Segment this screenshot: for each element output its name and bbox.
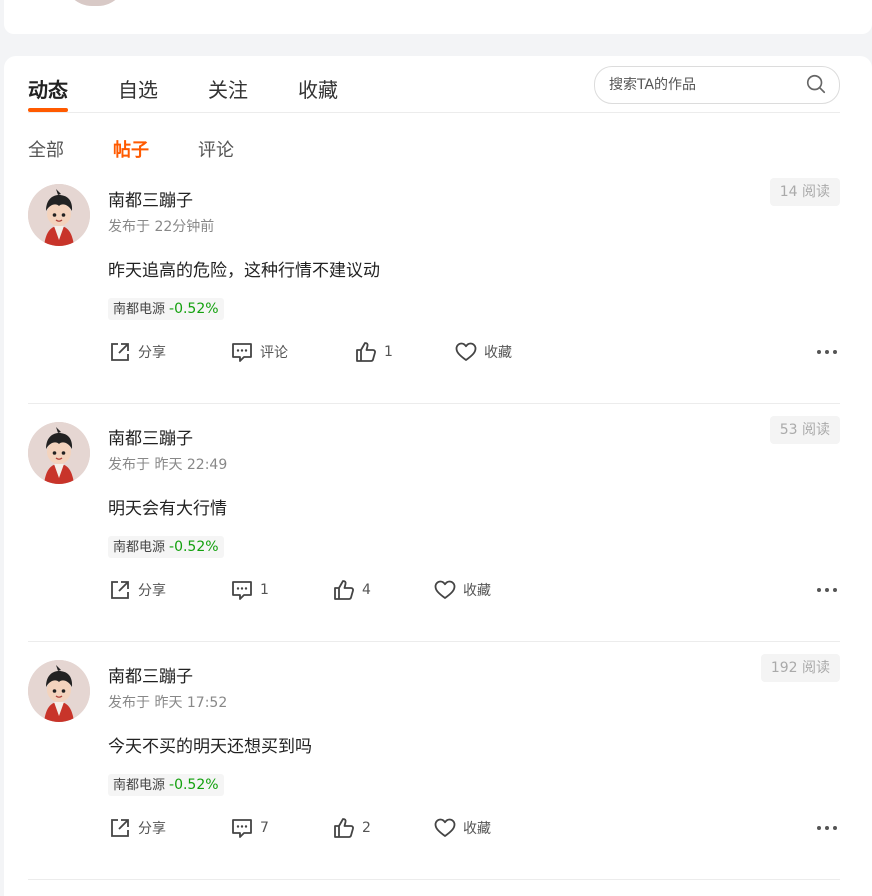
favorite-label: 收藏 [463,583,491,599]
read-count-badge: 53 阅读 [769,416,840,444]
share-icon [111,819,129,837]
share-button[interactable]: 分享 [108,338,166,366]
post-item: 南都三蹦子 发布于 昨天 17:52 192 阅读 今天不买的明天还想买到吗 南… [28,642,840,880]
like-button[interactable]: 4 [332,576,371,604]
comment-label: 1 [260,582,269,598]
share-icon [111,581,129,599]
post-content[interactable]: 今天不买的明天还想买到吗 [108,732,312,757]
search-input[interactable] [607,74,801,96]
favorite-label: 收藏 [484,345,512,361]
post-divider [28,879,840,880]
comment-icon [232,581,252,600]
profile-avatar [64,0,126,6]
author-avatar[interactable] [28,184,90,246]
share-button[interactable]: 分享 [108,576,166,604]
stock-tag[interactable]: 南都电源 -0.52% [108,536,224,558]
content-card: 动态 自选 关注 收藏 全部 帖子 评论 [4,56,872,896]
share-label: 分享 [138,821,166,837]
like-count: 2 [362,820,371,836]
favorite-button[interactable]: 收藏 [454,338,512,366]
author-name[interactable]: 南都三蹦子 [108,186,193,211]
like-count: 1 [384,344,393,360]
profile-header-card [4,0,872,34]
post-item: 南都三蹦子 发布于 22分钟前 14 阅读 昨天追高的危险，这种行情不建议动 南… [28,166,840,404]
stock-change: -0.52% [169,539,219,555]
stock-change: -0.52% [169,777,219,793]
stock-tag[interactable]: 南都电源 -0.52% [108,774,224,796]
more-options-icon[interactable] [816,342,838,362]
share-button[interactable]: 分享 [108,814,166,842]
stock-name: 南都电源 [113,302,166,317]
thumbs-up-icon [356,342,376,362]
favorite-button[interactable]: 收藏 [433,576,491,604]
author-name[interactable]: 南都三蹦子 [108,424,193,449]
heart-icon [434,818,456,837]
more-options-icon[interactable] [816,580,838,600]
heart-icon [455,342,477,361]
thumbs-up-icon [334,818,354,838]
comment-label: 评论 [260,345,288,361]
read-count-badge: 192 阅读 [760,654,840,682]
subtab-posts[interactable]: 帖子 [113,136,149,162]
stock-tag[interactable]: 南都电源 -0.52% [108,298,224,320]
author-avatar[interactable] [28,422,90,484]
subtab-all[interactable]: 全部 [28,136,64,162]
post-content[interactable]: 昨天追高的危险，这种行情不建议动 [108,256,380,281]
comment-button[interactable]: 1 [230,576,269,604]
like-button[interactable]: 2 [332,814,371,842]
stock-name: 南都电源 [113,540,166,555]
author-avatar[interactable] [28,660,90,722]
like-count: 4 [362,582,371,598]
heart-icon [434,580,456,599]
post-content[interactable]: 明天会有大行情 [108,494,227,519]
author-name[interactable]: 南都三蹦子 [108,662,193,687]
share-label: 分享 [138,583,166,599]
thumbs-up-icon [334,580,354,600]
comment-label: 7 [260,820,269,836]
share-label: 分享 [138,345,166,361]
subtab-comments[interactable]: 评论 [198,136,234,162]
tab-dynamics[interactable]: 动态 [28,74,68,103]
tabs-divider [28,112,840,113]
tab-watchlist[interactable]: 自选 [118,74,158,103]
stock-change: -0.52% [169,301,219,317]
search-icon[interactable] [805,73,827,95]
stock-name: 南都电源 [113,778,166,793]
more-options-icon[interactable] [816,818,838,838]
comment-icon [232,819,252,838]
post-time: 发布于 22分钟前 [108,219,215,235]
favorite-button[interactable]: 收藏 [433,814,491,842]
like-button[interactable]: 1 [354,338,393,366]
post-time: 发布于 昨天 22:49 [108,457,228,473]
comment-icon [232,343,252,362]
works-search-box [594,66,840,104]
tab-favorites[interactable]: 收藏 [298,74,338,103]
comment-button[interactable]: 评论 [230,338,288,366]
read-count-badge: 14 阅读 [769,178,840,206]
comment-button[interactable]: 7 [230,814,269,842]
post-time: 发布于 昨天 17:52 [108,695,228,711]
tab-following[interactable]: 关注 [208,74,248,103]
favorite-label: 收藏 [463,821,491,837]
share-icon [111,343,129,361]
post-item: 南都三蹦子 发布于 昨天 22:49 53 阅读 明天会有大行情 南都电源 -0.… [28,404,840,642]
